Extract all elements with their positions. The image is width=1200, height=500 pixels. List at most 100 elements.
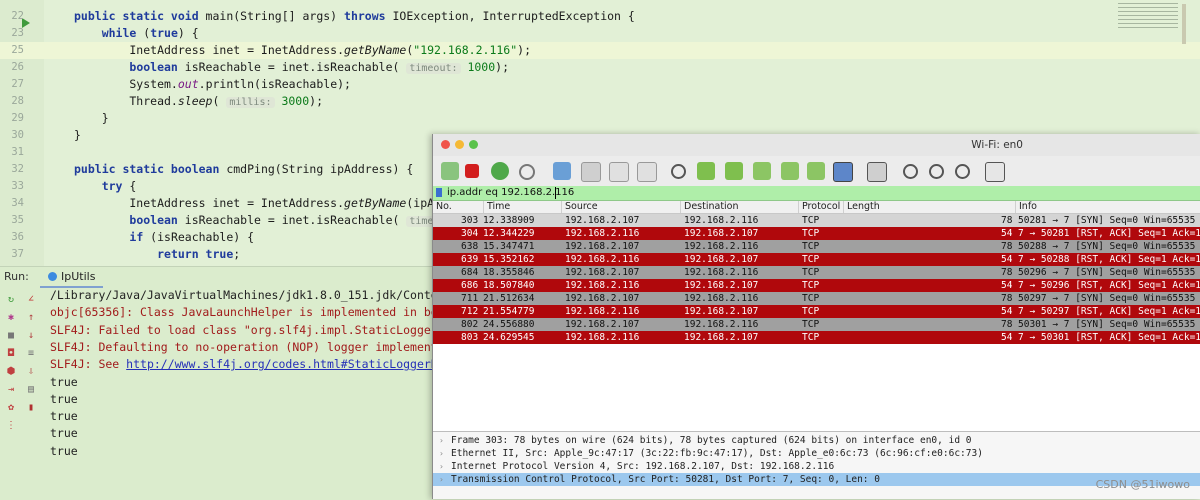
go-forward-icon[interactable] [725,162,743,180]
code-text[interactable]: public static boolean cmdPing(String ipA… [74,161,413,178]
last-packet-icon[interactable] [807,162,825,180]
run-tab-ipUtils[interactable]: IpUtils [40,267,104,288]
packet-cell-info: 7 → 50288 [RST, ACK] Seq=1 Ack=1 [1018,254,1200,265]
zoom-in-icon[interactable] [903,164,918,179]
col-destination[interactable]: Destination [680,201,739,213]
zoom-button[interactable] [469,140,478,149]
packet-row[interactable]: 684 18.355846 192.168.2.107 192.168.2.116 TC… [433,266,1200,279]
packet-row[interactable]: 303 12.338909 192.168.2.107 192.168.2.116 TC… [433,214,1200,227]
window-titlebar[interactable]: Wi-Fi: en0 [433,134,1200,156]
line-number: 23 [11,27,24,39]
reload-file-icon[interactable] [637,162,657,182]
minimap[interactable] [1118,0,1178,50]
capture-options-icon[interactable] [519,164,535,180]
packet-list-header[interactable]: No. Time Source Destination Protocol Len… [433,201,1200,214]
colorize-icon[interactable] [867,162,887,182]
open-file-icon[interactable] [553,162,571,180]
col-length[interactable]: Length [843,201,880,213]
go-to-packet-icon[interactable] [753,162,771,180]
expand-icon[interactable]: › [439,434,444,447]
first-packet-icon[interactable] [781,162,799,180]
code-text[interactable]: } [74,110,109,127]
detail-row[interactable]: › Transmission Control Protocol, Src Port… [433,473,1200,486]
packet-cell-info: 7 → 50301 [RST, ACK] Seq=1 Ack=1 [1018,332,1200,343]
col-info[interactable]: Info [1015,201,1037,213]
settings-icon[interactable]: ✿ [6,403,16,413]
go-back-icon[interactable] [697,162,715,180]
zoom-out-icon[interactable] [929,164,944,179]
start-capture-icon[interactable] [441,162,459,180]
debug-icon[interactable]: ✱ [6,313,16,323]
edit-config-icon[interactable]: ∠ [26,295,36,305]
scroll-marker[interactable] [1182,4,1186,44]
down-arrow-icon[interactable]: ↓ [26,331,36,341]
minimize-button[interactable] [455,140,464,149]
packet-cell-dst: 192.168.2.107 [684,254,759,265]
packet-row[interactable]: 712 21.554779 192.168.2.116 192.168.2.107 TC… [433,305,1200,318]
expand-icon[interactable]: › [439,473,444,486]
code-text[interactable]: boolean isReachable = inet.isReachable( … [74,212,488,230]
packet-cell-len: 54 [1001,254,1013,265]
packet-cell-dst: 192.168.2.107 [684,280,759,291]
col-source[interactable]: Source [561,201,598,213]
stop-icon[interactable]: ■ [6,331,16,341]
detail-row[interactable]: › Frame 303: 78 bytes on wire (624 bits),… [433,434,1200,447]
close-file-icon[interactable] [609,162,629,182]
more-icon[interactable]: ⋮ [6,421,16,431]
bookmark-icon[interactable] [436,188,442,197]
pin-icon[interactable]: ⬢ [6,367,16,377]
packet-row[interactable]: 638 15.347471 192.168.2.107 192.168.2.116 TC… [433,240,1200,253]
code-line[interactable]: 28 Thread.sleep( millis: 3000); [0,93,1200,110]
code-text[interactable]: } [74,127,81,144]
scroll-end-icon[interactable]: ⇩ [26,367,36,377]
code-line[interactable]: 25 InetAddress inet = InetAddress.getByN… [0,42,1200,59]
up-arrow-icon[interactable]: ↑ [26,313,36,323]
save-file-icon[interactable] [581,162,601,182]
rerun-icon[interactable]: ↻ [6,295,16,305]
packet-row[interactable]: 803 24.629545 192.168.2.116 192.168.2.107 TC… [433,331,1200,344]
display-filter-bar[interactable]: ip.addr eq 192.168.2.116 [433,186,1200,201]
code-text[interactable]: return true; [74,246,240,263]
detail-row[interactable]: › Internet Protocol Version 4, Src: 192.1… [433,460,1200,473]
col-no[interactable]: No. [433,201,452,213]
detail-row[interactable]: › Ethernet II, Src: Apple_9c:47:17 (3c:22… [433,447,1200,460]
packet-row[interactable]: 711 21.512634 192.168.2.107 192.168.2.116 TC… [433,292,1200,305]
stop-capture-icon[interactable] [465,164,479,178]
code-text[interactable]: InetAddress inet = InetAddress.getByName… [74,195,489,212]
line-number: 37 [11,248,24,260]
packet-row[interactable]: 639 15.352162 192.168.2.116 192.168.2.107 TC… [433,253,1200,266]
code-line[interactable]: 26 boolean isReachable = inet.isReachabl… [0,59,1200,76]
code-text[interactable]: while (true) { [74,25,199,42]
close-button[interactable] [441,140,450,149]
code-text[interactable]: try { [74,178,137,195]
packet-row[interactable]: 304 12.344229 192.168.2.116 192.168.2.107 TC… [433,227,1200,240]
restart-capture-icon[interactable] [491,162,509,180]
code-text[interactable]: InetAddress inet = InetAddress.getByName… [74,42,531,59]
packet-row[interactable]: 802 24.556880 192.168.2.107 192.168.2.116 TC… [433,318,1200,331]
code-text[interactable]: boolean isReachable = inet.isReachable( … [74,59,509,77]
print-icon[interactable]: ▤ [26,385,36,395]
trash-icon[interactable]: ▮ [26,403,36,413]
code-line[interactable]: 23 while (true) { [0,25,1200,42]
code-text[interactable]: Thread.sleep( millis: 3000); [74,93,323,111]
col-protocol[interactable]: Protocol [798,201,840,213]
exit-icon[interactable]: ⇥ [6,385,16,395]
expand-icon[interactable]: › [439,447,444,460]
expand-icon[interactable]: › [439,460,444,473]
wrap-icon[interactable]: ≡ [26,349,36,359]
resize-columns-icon[interactable] [985,162,1005,182]
code-line[interactable]: 22 public static void main(String[] args)… [0,8,1200,25]
code-line[interactable]: 29 } [0,110,1200,127]
normal-size-icon[interactable] [955,164,970,179]
packet-cell-src: 192.168.2.107 [565,241,640,252]
camera-icon[interactable]: ◘ [6,349,16,359]
autoscroll-icon[interactable] [833,162,853,182]
code-text[interactable]: if (isReachable) { [74,229,254,246]
packet-details[interactable]: › Frame 303: 78 bytes on wire (624 bits),… [433,432,1200,499]
col-time[interactable]: Time [483,201,510,213]
code-text[interactable]: System.out.println(isReachable); [74,76,351,93]
packet-row[interactable]: 686 18.507840 192.168.2.116 192.168.2.107 TC… [433,279,1200,292]
find-packet-icon[interactable] [671,164,686,179]
code-line[interactable]: 27 System.out.println(isReachable); [0,76,1200,93]
code-text[interactable]: public static void main(String[] args) t… [74,8,635,25]
